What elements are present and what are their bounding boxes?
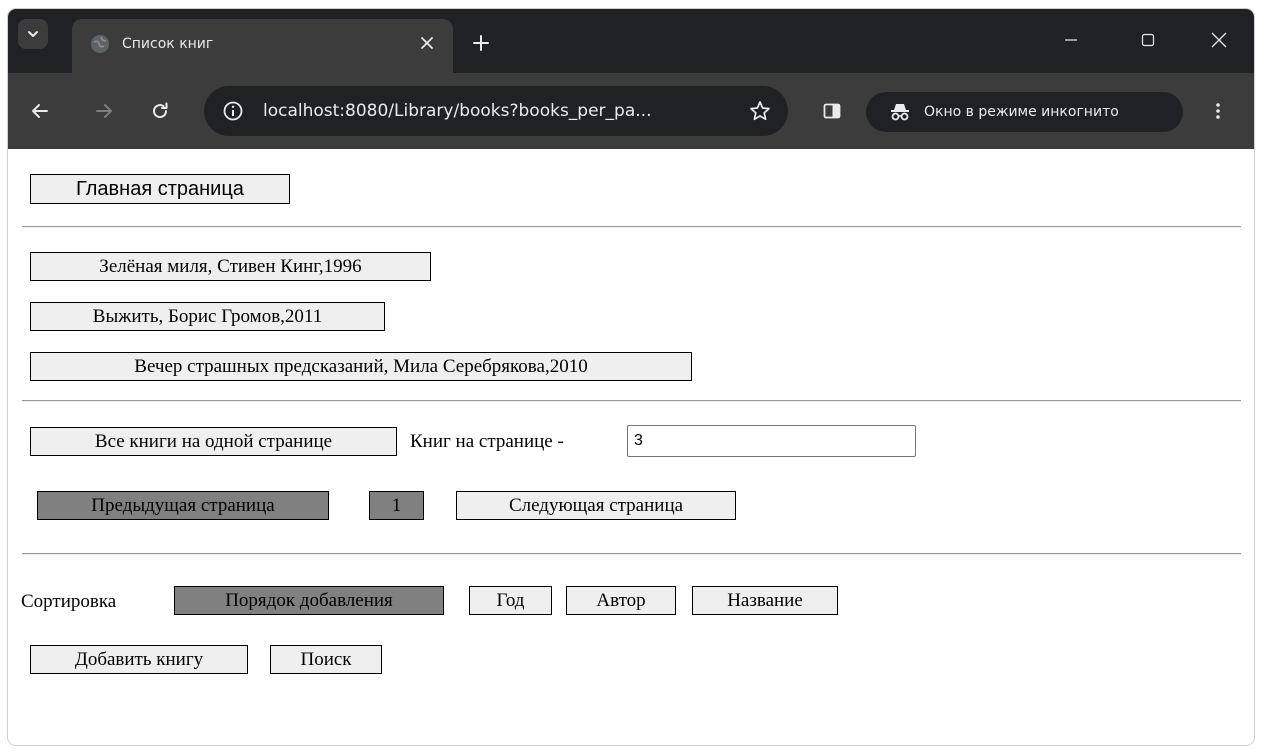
sort-by-order-added-button[interactable]: Порядок добавления xyxy=(174,586,444,615)
reload-icon xyxy=(153,102,168,119)
next-page-button[interactable]: Следующая страница xyxy=(456,491,736,520)
book-item[interactable]: Вечер страшных предсказаний, Мила Серебр… xyxy=(30,352,692,381)
incognito-label: Окно в режиме инкогнито xyxy=(924,104,1119,120)
active-tab[interactable]: Список книг xyxy=(72,19,453,73)
book-item[interactable]: Зелёная миля, Стивен Кинг,1996 xyxy=(30,252,431,281)
star-icon[interactable] xyxy=(746,97,774,125)
sort-by-author-button[interactable]: Автор xyxy=(566,586,676,615)
sort-by-year-button[interactable]: Год xyxy=(469,586,552,615)
incognito-icon xyxy=(888,100,912,124)
info-icon[interactable] xyxy=(220,98,246,124)
all-books-one-page-button[interactable]: Все книги на одной странице xyxy=(30,427,397,456)
browser-window: Список книг localhost:8080/Library/books… xyxy=(8,9,1254,745)
tab-strip: Список книг xyxy=(8,9,1254,73)
incognito-indicator[interactable]: Окно в режиме инкогнито xyxy=(866,92,1183,132)
browser-menu-button[interactable] xyxy=(1204,97,1232,125)
sort-by-title-button[interactable]: Название xyxy=(692,586,838,615)
maximize-button[interactable] xyxy=(1128,25,1168,55)
globe-icon xyxy=(90,34,110,54)
arrow-left-icon xyxy=(32,104,48,118)
book-item[interactable]: Выжить, Борис Громов,2011 xyxy=(30,302,385,331)
back-button[interactable] xyxy=(26,97,54,125)
browser-toolbar: localhost:8080/Library/books?books_per_p… xyxy=(8,73,1254,149)
url-text: localhost:8080/Library/books?books_per_p… xyxy=(263,101,652,121)
side-panel-icon xyxy=(823,103,841,119)
close-icon xyxy=(1211,32,1227,48)
divider xyxy=(22,400,1241,402)
window-close-button[interactable] xyxy=(1199,25,1239,55)
current-page-button[interactable]: 1 xyxy=(369,491,424,520)
divider xyxy=(22,226,1241,228)
add-book-button[interactable]: Добавить книгу xyxy=(30,645,248,674)
address-bar[interactable]: localhost:8080/Library/books?books_per_p… xyxy=(204,86,788,136)
chevron-down-icon xyxy=(28,31,38,37)
more-vertical-icon xyxy=(1216,103,1220,119)
page-content: Главная страница Зелёная миля, Стивен Ки… xyxy=(8,149,1254,745)
previous-page-button[interactable]: Предыдущая страница xyxy=(37,491,329,520)
divider xyxy=(22,553,1241,555)
sort-label: Сортировка xyxy=(21,591,117,612)
plus-icon xyxy=(473,35,489,51)
new-tab-button[interactable] xyxy=(468,30,494,56)
minimize-button[interactable] xyxy=(1051,25,1091,55)
books-per-page-input[interactable] xyxy=(627,425,916,457)
minimize-icon xyxy=(1065,39,1077,41)
side-panel-button[interactable] xyxy=(818,97,846,125)
arrow-right-icon xyxy=(96,104,112,118)
close-icon[interactable] xyxy=(417,33,437,53)
forward-button[interactable] xyxy=(90,97,118,125)
home-page-button[interactable]: Главная страница xyxy=(30,174,290,204)
tab-search-button[interactable] xyxy=(18,19,48,49)
tab-title: Список книг xyxy=(122,36,214,52)
reload-button[interactable] xyxy=(146,97,174,125)
maximize-icon xyxy=(1141,33,1155,47)
search-button[interactable]: Поиск xyxy=(270,645,382,674)
books-per-page-label: Книг на странице - xyxy=(410,431,564,452)
